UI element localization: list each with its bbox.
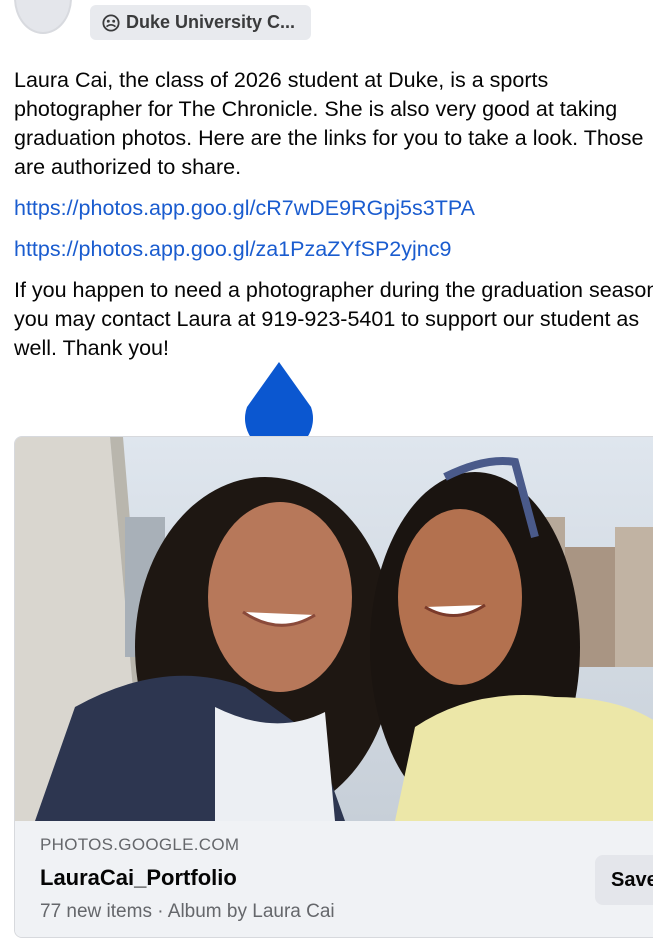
group-name: Duke University C... bbox=[126, 12, 296, 32]
group-chip[interactable]: Duke University C... bbox=[90, 5, 312, 40]
post-paragraph: If you happen to need a photographer dur… bbox=[14, 278, 653, 360]
save-button[interactable]: Save bbox=[595, 855, 653, 905]
link-subtitle: 77 new items · Album by Laura Cai bbox=[40, 901, 335, 922]
album-cover-image bbox=[15, 437, 653, 821]
author-avatar[interactable] bbox=[14, 0, 72, 34]
post-paragraph: Laura Cai, the class of 2026 student at … bbox=[14, 68, 644, 179]
group-icon bbox=[102, 13, 120, 32]
link-preview-meta: PHOTOS.GOOGLE.COM LauraCai_Portfolio 77 … bbox=[15, 821, 653, 937]
link-title[interactable]: LauraCai_Portfolio bbox=[40, 865, 237, 891]
link-preview-card[interactable]: PHOTOS.GOOGLE.COM LauraCai_Portfolio 77 … bbox=[14, 436, 653, 938]
link-domain: PHOTOS.GOOGLE.COM bbox=[40, 835, 240, 854]
post-body: Laura Cai, the class of 2026 student at … bbox=[14, 66, 653, 363]
album-link-1[interactable]: https://photos.app.goo.gl/cR7wDE9RGpj5s3… bbox=[14, 194, 653, 223]
album-link-2[interactable]: https://photos.app.goo.gl/za1PzaZYfSP2yj… bbox=[14, 235, 653, 264]
